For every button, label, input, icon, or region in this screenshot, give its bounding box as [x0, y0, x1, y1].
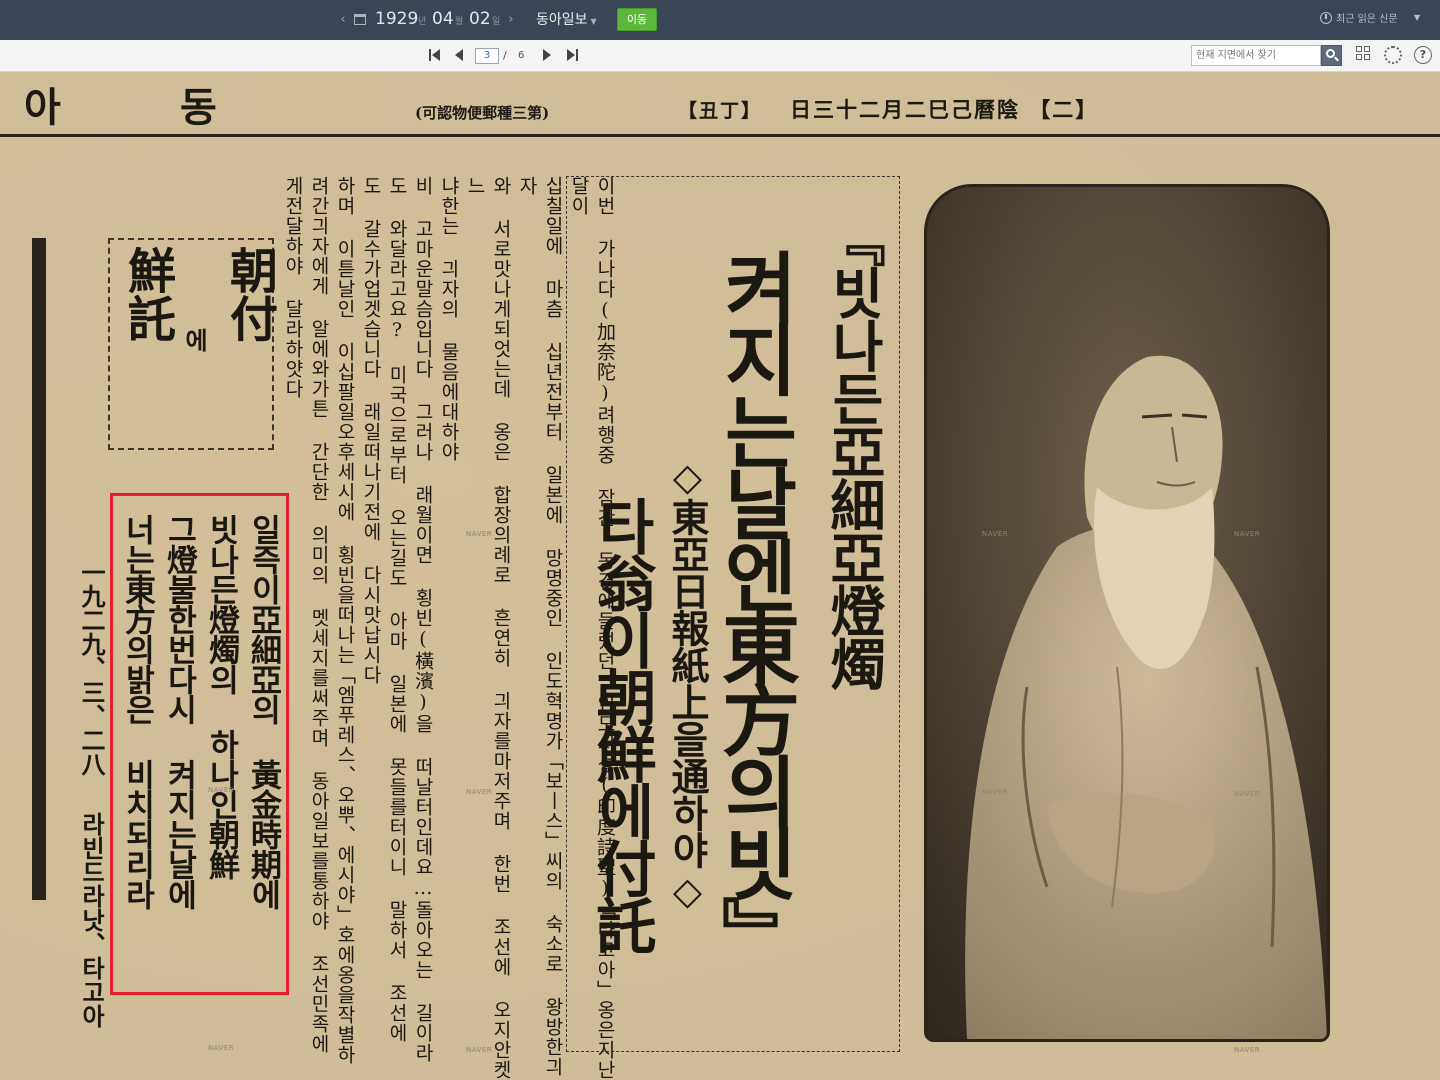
article-column: 냐한는 긔자의 물음에대하야	[438, 176, 460, 462]
poem-line: 너는東方의밝은 비치되리라	[119, 514, 155, 909]
tagore-portrait-photo	[924, 184, 1330, 1042]
headline-1: 『빗나든亞細亞燈燭	[821, 212, 886, 689]
date-navigation-bar: ‹ 1929 년 04 월 02 일 › 동아일보 ▼ 이동 최근 읽은 신문 ▼	[0, 0, 1440, 40]
title-box-particle: 에	[180, 328, 209, 352]
grid-cell	[1356, 46, 1362, 52]
prev-page-button[interactable]	[455, 49, 465, 62]
month-unit: 월	[455, 17, 464, 27]
poem-date: 一九二九、三、二八	[77, 560, 106, 776]
headline-2: 켜지는날엔東方의빗』	[709, 248, 800, 968]
article-column: 도 와달라고요? 미국으로부터 오는길도 아마 일본에 못들를터이니 말하서 조…	[386, 176, 408, 1043]
calendar-icon[interactable]	[354, 14, 366, 25]
month-selector[interactable]: 04	[432, 8, 454, 30]
last-page-icon	[567, 49, 575, 61]
recent-papers-menu[interactable]: 최근 읽은 신문	[1320, 12, 1398, 27]
masthead: 아 동 (可認物便郵種三第) 【丑丁】 日三十二月二巳己曆陰 【二】	[0, 72, 1440, 138]
first-page-icon	[432, 49, 440, 61]
next-page-button[interactable]	[542, 49, 552, 62]
day-unit: 일	[492, 17, 501, 27]
year-selector[interactable]: 1929	[375, 8, 418, 30]
chevron-down-icon: ▼	[590, 17, 597, 26]
masthead-postal-note: (可認物便郵種三第)	[415, 104, 550, 122]
next-page-icon	[543, 49, 551, 61]
watermark-text: NAVER	[982, 530, 1009, 538]
grid-cell	[1364, 54, 1370, 60]
recent-papers-label: 최근 읽은 신문	[1336, 14, 1398, 25]
masthead-logo-left: 아	[24, 84, 61, 131]
next-date-chevron-icon[interactable]: ›	[506, 12, 516, 28]
help-icon[interactable]: ?	[1414, 46, 1432, 64]
headline-3: 타翁이朝鮮에付託	[586, 496, 656, 952]
page-total: 6	[518, 50, 525, 61]
poem-text: 일즉이亞細亞의 黃金時期에 빗나든燈燭의 하나인朝鮮 그燈불한번다시 켜지는날에…	[116, 514, 284, 984]
watermark-text: NAVER	[982, 788, 1009, 796]
last-page-button[interactable]	[567, 49, 581, 62]
title-box-column-1: 朝付	[221, 246, 277, 342]
portrait-drawing	[927, 187, 1327, 1039]
page-separator: /	[503, 49, 507, 62]
page-search-input[interactable]	[1191, 45, 1321, 66]
article-column: 하며 이튿날인 이십팔일오후세시에 횡빈을떠나는「엠푸레스、오뿌、에시야」호에옹…	[334, 176, 356, 1065]
go-button[interactable]: 이동	[617, 8, 657, 31]
watermark-text: NAVER	[466, 530, 493, 538]
newspaper-scan[interactable]: 아 동 (可認物便郵種三第) 【丑丁】 日三十二月二巳己曆陰 【二】 NAVER…	[0, 72, 1440, 1080]
watermark-text: NAVER	[466, 1046, 493, 1054]
prev-date-chevron-icon[interactable]: ‹	[338, 12, 348, 28]
settings-gear-icon[interactable]	[1384, 46, 1402, 64]
title-box-column-2: 鮮託	[119, 246, 175, 342]
watermark-text: NAVER	[208, 786, 235, 794]
watermark-text: NAVER	[1234, 1046, 1261, 1054]
article-column: 비 고마운말슴입니다 그러나 래월이면 횡빈(橫濱)을 떠날터인데요…돌아오는 …	[412, 176, 434, 1063]
poem-line: 그燈불한번다시 켜지는날에	[161, 514, 197, 909]
last-page-icon-bar	[576, 49, 578, 61]
article-column: 십칠일에 마츰 십년전부터 일본에 망명중인 인도혁명가「보ㅣ스」씨의 숙소로 …	[516, 176, 564, 1077]
article-column: 와 서로맛나게되엇는데 옹은 합장의례로 흔연히 긔자를마저주며 한번 조선에 …	[464, 176, 512, 1080]
masthead-weekday: 【丑丁】	[678, 100, 763, 122]
masthead-logo-mid: 동	[180, 84, 217, 131]
article-column: 려간긔자에게 알에와가튼 간단한 의미의 멧세지를써주며 동아일보를통하야 조선…	[308, 176, 330, 1054]
column-divider	[32, 238, 46, 900]
first-page-button[interactable]	[429, 49, 443, 62]
grid-cell	[1356, 54, 1362, 60]
first-page-icon-bar	[429, 49, 431, 61]
watermark-text: NAVER	[466, 788, 493, 796]
article-column: 도 갈수가업겟습니다 래일떠나기전에 다시맛납시다	[360, 176, 382, 685]
layout-grid-icon[interactable]	[1356, 46, 1374, 64]
newspaper-select-label: 동아일보	[536, 12, 588, 28]
search-button[interactable]	[1321, 45, 1342, 66]
poem-author: 라빈드라낫、타고아	[77, 812, 106, 1028]
poem-line: 빗나든燈燭의 하나인朝鮮	[203, 514, 239, 879]
masthead-date: 日三十二月二巳己曆陰 【二】	[790, 97, 1099, 122]
watermark-text: NAVER	[208, 1044, 235, 1052]
search-icon-handle	[1334, 56, 1339, 62]
masthead-rule	[0, 134, 1440, 137]
page-number-input[interactable]: 3	[475, 48, 499, 64]
newspaper-select[interactable]: 동아일보 ▼	[536, 10, 597, 32]
grid-cell	[1364, 46, 1370, 52]
day-selector[interactable]: 02	[469, 8, 491, 30]
headline-subtitle: ◇東亞日報紙上을通하야◇	[665, 454, 710, 912]
poem-line: 일즉이亞細亞의 黃金時期에	[245, 514, 281, 909]
year-unit: 년	[418, 17, 427, 27]
prev-page-icon	[455, 49, 463, 61]
clock-icon	[1320, 12, 1332, 24]
watermark-text: NAVER	[1234, 530, 1261, 538]
watermark-text: NAVER	[1234, 790, 1261, 798]
recent-dropdown-chevron-icon[interactable]: ▼	[1414, 13, 1420, 22]
